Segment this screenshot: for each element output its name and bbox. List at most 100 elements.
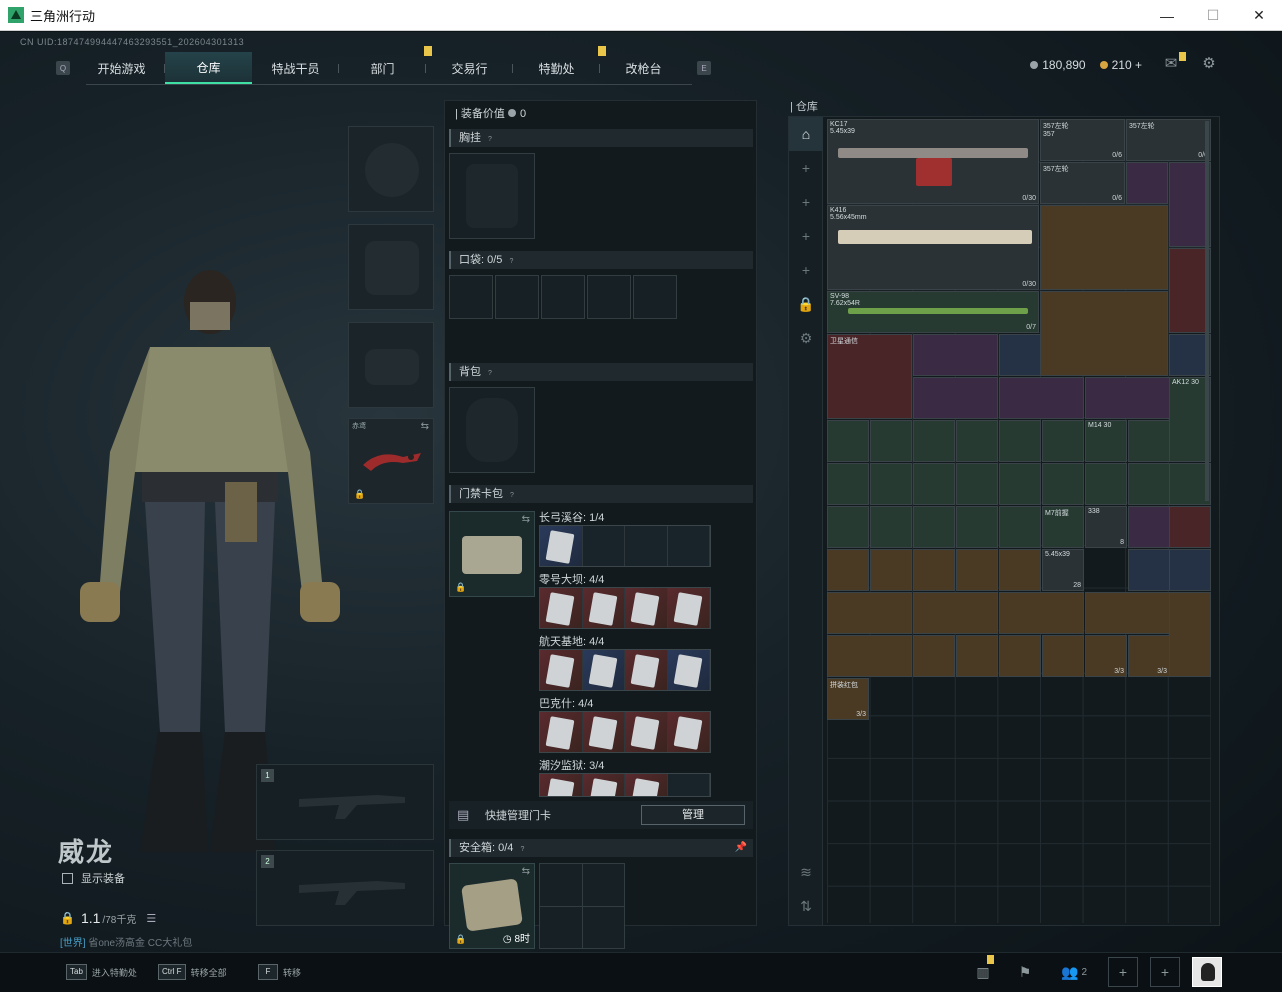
friends-icon[interactable]: 👥 2 (1052, 957, 1096, 987)
tab-operators[interactable]: 特战干员 (252, 52, 339, 84)
primary-weapon-slot-1[interactable]: 1 (256, 764, 434, 840)
keycard-slot[interactable] (540, 650, 583, 690)
keycard-case-slot[interactable]: ⇆ 🔒 (449, 511, 535, 597)
attachment-item[interactable] (956, 506, 998, 548)
keycard-slot[interactable] (582, 526, 625, 566)
help-icon[interactable]: ? (517, 845, 527, 855)
melee-slot[interactable]: 赤鸢 ⇆ 🔒 (348, 418, 434, 504)
mail-icon[interactable]: ✉ (1162, 52, 1186, 72)
manage-button[interactable]: 管理 (641, 805, 745, 825)
revolver-item[interactable]: 357左轮 0/6 (1040, 162, 1125, 204)
keycard-slot[interactable] (625, 774, 668, 796)
stash-scrollbar[interactable] (1205, 121, 1209, 501)
keycard-item[interactable] (1169, 549, 1211, 591)
chat-line[interactable]: [世界] 省one汤高金 CC大礼包 (60, 934, 192, 949)
settings-gear-icon[interactable]: ⚙ (1200, 56, 1218, 72)
maximize-button[interactable]: ☐ (1190, 0, 1236, 31)
collectible-item[interactable] (1040, 205, 1168, 290)
satellite-item[interactable]: 卫星通信 (827, 334, 912, 419)
attachment-item[interactable] (827, 463, 869, 505)
invite-slot-button[interactable]: + (1108, 957, 1138, 987)
attachment-item[interactable] (913, 420, 955, 462)
collectible-item[interactable] (999, 592, 1084, 634)
drink-item[interactable] (999, 549, 1041, 591)
ammo-item[interactable]: 5.45x39 28 (1042, 549, 1084, 591)
coin-item[interactable] (913, 635, 955, 677)
attachment-item[interactable] (1085, 463, 1127, 505)
swap-icon[interactable]: ⇆ (522, 866, 530, 877)
keycard-slot[interactable] (667, 588, 710, 628)
hint-transfer[interactable]: F 转移 (258, 964, 301, 980)
settings-gear-icon[interactable]: ⚙ (789, 321, 823, 355)
grip-item[interactable]: M7前握 (1042, 506, 1084, 548)
tab-special-ops[interactable]: 特勤处 (513, 46, 606, 84)
show-equipment-toggle[interactable]: 显示装备 (62, 870, 125, 886)
attachment-item[interactable] (999, 420, 1041, 462)
sort-icon[interactable]: ⇅ (789, 889, 823, 923)
pocket-slot[interactable] (495, 275, 539, 319)
keycard-slot[interactable] (625, 588, 668, 628)
keycard-slot[interactable] (540, 588, 583, 628)
attachment-item[interactable] (870, 420, 912, 462)
keycard-slot[interactable] (582, 712, 625, 752)
layers-icon[interactable]: ≋ (789, 855, 823, 889)
keycard-item[interactable] (1128, 549, 1170, 591)
red-envelope-item[interactable]: 3/3 (1128, 635, 1170, 677)
help-icon[interactable]: ? (485, 369, 495, 379)
collectible-item[interactable] (1040, 291, 1168, 376)
flag-icon[interactable]: ⚑ (1010, 957, 1040, 987)
figure-item[interactable] (1169, 592, 1211, 677)
pocket-slot[interactable] (449, 275, 493, 319)
tab-department[interactable]: 部门 (339, 46, 432, 84)
red-envelope-item[interactable]: 3/3 (1085, 635, 1127, 677)
golden-rose-item[interactable] (827, 635, 912, 677)
hint-enter-special-ops[interactable]: Tab 进入特勤处 (66, 964, 137, 980)
close-button[interactable]: ✕ (1236, 0, 1282, 31)
add-stash-icon[interactable]: + (789, 151, 823, 185)
add-stash-icon[interactable]: + (789, 185, 823, 219)
nav-left-key-icon[interactable]: Q (56, 61, 70, 75)
metal-plate-item[interactable] (1085, 377, 1170, 419)
attachment-item[interactable] (1042, 463, 1084, 505)
attachment-item[interactable] (1128, 420, 1170, 462)
lock-icon[interactable]: 🔒 (789, 287, 823, 321)
attachment-item[interactable] (1128, 463, 1170, 505)
collectible-item[interactable] (1169, 506, 1211, 548)
red-envelope-item[interactable]: 拼装红包 3/3 (827, 678, 869, 720)
swap-icon[interactable]: ⇆ (421, 421, 429, 432)
collectible-item[interactable] (827, 592, 912, 634)
attachment-item[interactable] (827, 506, 869, 548)
keycard-slot[interactable] (540, 712, 583, 752)
pocket-slot[interactable] (633, 275, 677, 319)
primary-weapon-slot-2[interactable]: 2 (256, 850, 434, 926)
invite-slot-button[interactable]: + (1150, 957, 1180, 987)
stash-home-icon[interactable]: ⌂ (789, 117, 823, 151)
helmet-slot[interactable] (348, 126, 434, 212)
keycard-slot[interactable] (625, 712, 668, 752)
collectible-item[interactable] (913, 592, 998, 634)
help-icon[interactable]: ? (507, 491, 517, 501)
attachment-item[interactable] (956, 463, 998, 505)
fuel-can-item[interactable] (999, 334, 1041, 376)
revolver-item[interactable]: 357左轮 0/6 (1126, 119, 1211, 161)
pocket-slot[interactable] (541, 275, 585, 319)
chest-rig-slot[interactable] (449, 153, 535, 239)
attachment-item[interactable] (913, 506, 955, 548)
weapon-item[interactable]: KC17 5.45x39 0/30 (827, 119, 1039, 204)
backpack-slot[interactable] (449, 387, 535, 473)
keycard-slot[interactable] (582, 774, 625, 796)
keycard-slot[interactable] (582, 588, 625, 628)
armor-slot[interactable] (348, 224, 434, 310)
document-item[interactable] (1126, 162, 1168, 204)
tablet-item[interactable] (999, 635, 1041, 677)
keycard-slot[interactable] (667, 650, 710, 690)
metal-plate-item[interactable] (913, 377, 998, 419)
pin-icon[interactable]: 📌 (735, 839, 747, 857)
attachment-item[interactable] (956, 420, 998, 462)
attachment-item[interactable] (870, 506, 912, 548)
minimize-button[interactable]: — (1144, 0, 1190, 31)
add-stash-icon[interactable]: + (789, 253, 823, 287)
watch-item[interactable] (1128, 506, 1170, 548)
weapon-item[interactable]: SV-98 7.62x54R 0/7 (827, 291, 1039, 333)
add-gold-button[interactable]: + (1135, 58, 1142, 72)
